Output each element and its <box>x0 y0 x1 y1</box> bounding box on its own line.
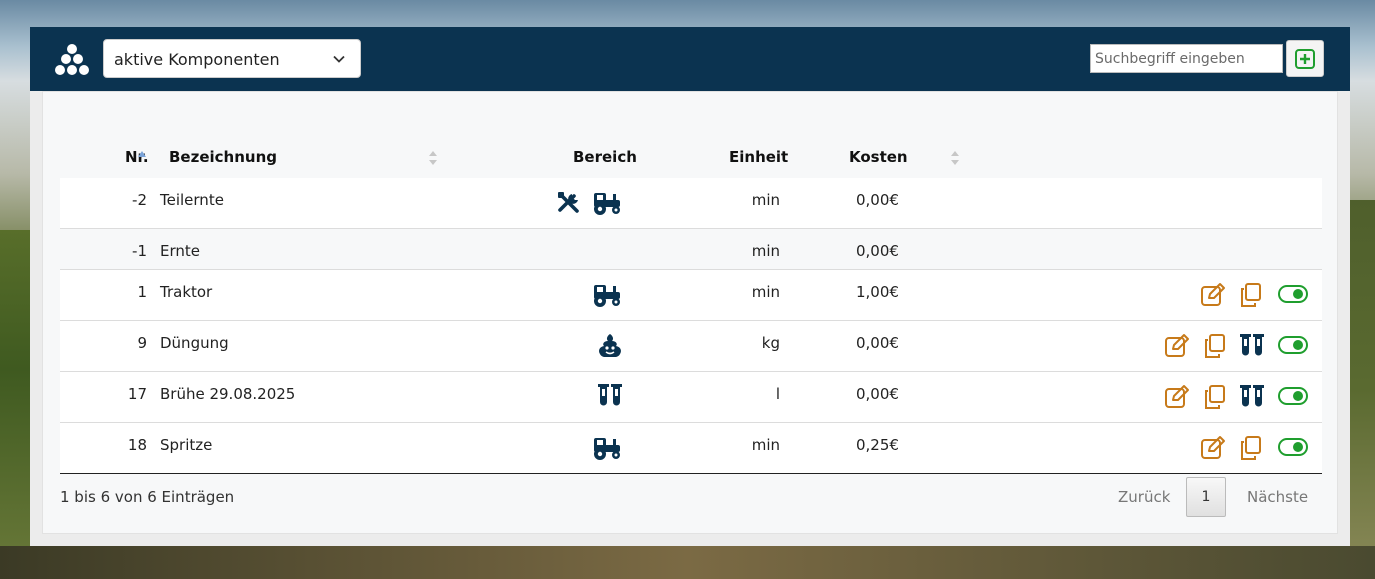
filter-select-value: aktive Komponenten <box>114 50 280 69</box>
column-header-einheit[interactable]: Einheit <box>729 148 788 166</box>
table-row[interactable]: -1 Ernte min 0,00€ <box>60 229 1322 270</box>
pagination-prev[interactable]: Zurück <box>1118 488 1170 506</box>
cell-nr: -2 <box>132 191 147 209</box>
tools-icon <box>556 190 582 220</box>
poop-icon <box>597 332 623 362</box>
app-window: aktive Komponenten Nr. Bezeichnung Berei… <box>30 27 1350 546</box>
logo-icon[interactable] <box>54 43 90 77</box>
search-input[interactable] <box>1090 44 1283 73</box>
cell-einheit: min <box>751 283 780 301</box>
cell-nr: 1 <box>137 283 147 301</box>
tractor-icon <box>591 434 623 466</box>
cell-kosten: 1,00€ <box>856 283 899 301</box>
test-tubes-icon[interactable] <box>1239 384 1265 414</box>
cell-bezeichnung: Düngung <box>160 334 229 352</box>
table-card: Nr. Bezeichnung Bereich Einheit Kosten -… <box>42 91 1338 534</box>
sort-icon <box>428 150 438 166</box>
cell-einheit: kg <box>761 334 780 352</box>
plus-square-icon <box>1295 49 1315 69</box>
cell-einheit: min <box>751 242 780 260</box>
column-header-bereich[interactable]: Bereich <box>573 148 637 166</box>
toggle-icon[interactable] <box>1278 438 1308 460</box>
add-button[interactable] <box>1286 40 1324 77</box>
toggle-icon[interactable] <box>1278 285 1308 307</box>
pagination-page[interactable]: 1 <box>1186 477 1226 517</box>
chevron-down-icon <box>332 52 346 66</box>
cell-einheit: l <box>775 385 780 403</box>
edit-icon[interactable] <box>1200 435 1226 465</box>
cell-kosten: 0,00€ <box>856 385 899 403</box>
table-row[interactable]: 18 Spritze min 0,25€ <box>60 423 1322 474</box>
cell-kosten: 0,00€ <box>856 191 899 209</box>
table-row[interactable]: 17 Brühe 29.08.2025 l 0,00€ <box>60 372 1322 423</box>
table-row[interactable]: 1 Traktor min 1,00€ <box>60 270 1322 321</box>
copy-icon[interactable] <box>1203 384 1227 414</box>
cell-kosten: 0,00€ <box>856 242 899 260</box>
toggle-icon[interactable] <box>1278 387 1308 409</box>
background-vineyard-left <box>0 230 30 579</box>
table-header: Nr. Bezeichnung Bereich Einheit Kosten <box>60 142 1322 179</box>
background-field <box>0 546 1375 579</box>
cell-kosten: 0,00€ <box>856 334 899 352</box>
cell-bezeichnung: Brühe 29.08.2025 <box>160 385 296 403</box>
sort-icon <box>950 150 960 166</box>
edit-icon[interactable] <box>1200 282 1226 312</box>
sort-asc-icon <box>137 146 147 162</box>
edit-icon[interactable] <box>1164 384 1190 414</box>
column-header-bezeichnung[interactable]: Bezeichnung <box>169 148 277 166</box>
cell-bezeichnung: Spritze <box>160 436 213 454</box>
toggle-icon[interactable] <box>1278 336 1308 358</box>
pagination-next[interactable]: Nächste <box>1247 488 1308 506</box>
test-tubes-icon[interactable] <box>1239 333 1265 363</box>
cell-nr: -1 <box>132 242 147 260</box>
table-row[interactable]: -2 Teilernte min 0,00€ <box>60 178 1322 229</box>
copy-icon[interactable] <box>1239 282 1263 312</box>
table-row[interactable]: 9 Düngung kg 0,00€ <box>60 321 1322 372</box>
cell-einheit: min <box>751 191 780 209</box>
cell-kosten: 0,25€ <box>856 436 899 454</box>
copy-icon[interactable] <box>1203 333 1227 363</box>
cell-nr: 17 <box>127 385 147 403</box>
filter-select[interactable]: aktive Komponenten <box>103 39 361 78</box>
column-header-kosten[interactable]: Kosten <box>849 148 908 166</box>
cell-bezeichnung: Teilernte <box>160 191 224 209</box>
test-tubes-icon <box>597 383 623 413</box>
header-bar: aktive Komponenten <box>30 27 1350 91</box>
cell-bezeichnung: Ernte <box>160 242 200 260</box>
background-vineyard-right <box>1350 200 1375 579</box>
cell-bezeichnung: Traktor <box>160 283 213 301</box>
cell-nr: 18 <box>127 436 147 454</box>
cell-nr: 9 <box>137 334 147 352</box>
copy-icon[interactable] <box>1239 435 1263 465</box>
table-info: 1 bis 6 von 6 Einträgen <box>60 488 235 506</box>
cell-einheit: min <box>751 436 780 454</box>
edit-icon[interactable] <box>1164 333 1190 363</box>
tractor-icon <box>591 281 623 313</box>
tractor-icon <box>591 189 623 221</box>
